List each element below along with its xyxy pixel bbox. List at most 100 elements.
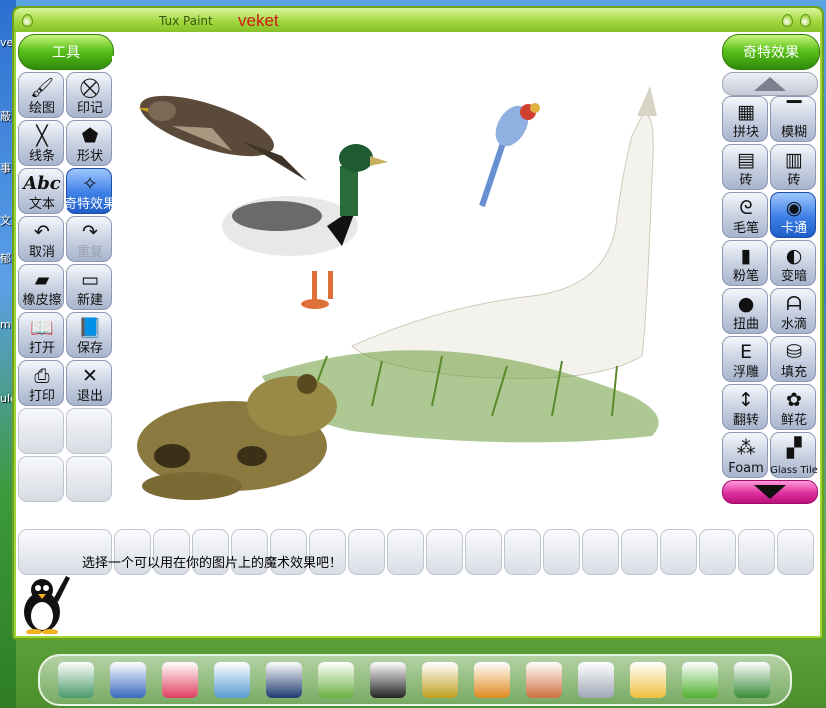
foam-icon: ⁂ — [736, 437, 756, 459]
paint-editor-icon[interactable] — [214, 662, 250, 698]
tool-button-12[interactable]: ⎙ 打印 — [18, 360, 64, 406]
pink-pig-icon[interactable] — [162, 662, 198, 698]
magic-header: 奇特效果 — [722, 34, 820, 70]
option-slot — [426, 529, 463, 575]
tool-button-8[interactable]: ▰ 橡皮擦 — [18, 264, 64, 310]
option-slot — [387, 529, 424, 575]
tool-label: 形状 — [76, 149, 103, 164]
tool-label: 奇特效果 — [63, 197, 116, 212]
magic-effect-button-6[interactable]: ▮ 粉笔 — [722, 240, 768, 286]
magic-effect-button-7[interactable]: ◐ 变暗 — [770, 240, 816, 286]
tool-button-4[interactable]: Abc 文本 — [18, 168, 64, 214]
effect-label: 水滴 — [780, 317, 807, 332]
door-exit-icon[interactable] — [422, 662, 458, 698]
glass-tile-icon: ▞ — [786, 437, 802, 459]
magic-effect-button-5[interactable]: ◉ 卡通 — [770, 192, 816, 238]
instruction-text: 选择一个可以用在你的图片上的魔术效果吧！ — [82, 556, 343, 571]
penguin-icon[interactable] — [370, 662, 406, 698]
tool-button-5[interactable]: ✧ 奇特效果 — [64, 168, 116, 214]
speaker-icon[interactable] — [266, 662, 302, 698]
empty-tool-slot — [18, 408, 64, 454]
tool-button-6[interactable]: ↶ 取消 — [18, 216, 64, 262]
desktop-icon-label[interactable]: 事 — [0, 160, 11, 176]
option-slot — [738, 529, 775, 575]
option-slot — [465, 529, 502, 575]
tool-button-11[interactable]: 📘 保存 — [66, 312, 112, 358]
option-slot — [699, 529, 736, 575]
title-bar[interactable]: Tux Paint veket — [14, 8, 822, 32]
option-slot — [348, 529, 385, 575]
tool-button-1[interactable]: ⛒ 印记 — [66, 72, 112, 118]
tool-button-10[interactable]: 📖 打开 — [18, 312, 64, 358]
option-slot — [660, 529, 697, 575]
effect-label: 鲜花 — [780, 413, 807, 428]
magic-effect-button-1[interactable]: ▔ 模糊 — [770, 96, 816, 142]
tool-button-3[interactable]: ⬟ 形状 — [66, 120, 112, 166]
frog-image — [137, 374, 337, 500]
drawing-canvas[interactable] — [112, 56, 720, 528]
effect-label: 模糊 — [780, 125, 807, 140]
usb-drive-icon[interactable] — [578, 662, 614, 698]
minimize-icon[interactable] — [782, 14, 793, 27]
option-slot — [777, 529, 814, 575]
people-chat-icon[interactable] — [318, 662, 354, 698]
desktop-icon-label[interactable]: 蔽 — [0, 108, 11, 124]
parrot-image — [479, 103, 540, 207]
app-title: Tux Paint — [159, 14, 213, 28]
mallard-duck-image — [222, 144, 388, 309]
magic-effect-button-15[interactable]: ▞ Glass Tile — [770, 432, 818, 478]
green-logo-icon[interactable] — [682, 662, 718, 698]
tools-header: 工具 — [18, 34, 114, 70]
document-title: veket — [238, 11, 279, 30]
magic-effect-button-13[interactable]: ✿ 鲜花 — [770, 384, 816, 430]
tool-label: 印记 — [76, 101, 103, 116]
palette-icon[interactable] — [526, 662, 562, 698]
cuckoo-bird-image — [138, 95, 307, 181]
effect-label: 填充 — [780, 365, 807, 380]
magic-effect-button-3[interactable]: ▥ 砖 — [770, 144, 816, 190]
empty-tool-slot — [66, 408, 112, 454]
desktop-icon-label[interactable]: 文 — [0, 212, 11, 228]
magic-effect-button-4[interactable]: ᘓ 毛笔 — [722, 192, 768, 238]
graphics-tablet-icon[interactable] — [58, 662, 94, 698]
close-icon[interactable] — [800, 14, 811, 27]
scroll-down-button[interactable] — [722, 480, 818, 504]
magic-effect-button-10[interactable]: E 浮雕 — [722, 336, 768, 382]
presentation-icon[interactable] — [474, 662, 510, 698]
tool-label: 重复 — [76, 245, 103, 260]
magic-effect-button-2[interactable]: ▤ 砖 — [722, 144, 768, 190]
tool-label: 保存 — [76, 341, 103, 356]
effect-label: 卡通 — [780, 221, 807, 236]
down-arrow-icon — [754, 485, 786, 499]
magic-effect-button-0[interactable]: ▦ 拼块 — [722, 96, 768, 142]
magic-effect-button-9[interactable]: ᗩ 水滴 — [770, 288, 816, 334]
option-slot — [582, 529, 619, 575]
magic-effect-button-14[interactable]: ⁂ Foam — [722, 432, 768, 478]
up-arrow-icon — [754, 77, 786, 91]
scroll-up-button[interactable] — [722, 72, 818, 96]
canvas-picture — [137, 86, 659, 500]
camera-icon[interactable] — [734, 662, 770, 698]
calendar-icon[interactable] — [630, 662, 666, 698]
effect-label: Glass Tile — [770, 465, 818, 476]
effect-label: 砖 — [787, 173, 801, 188]
option-slot — [621, 529, 658, 575]
tool-button-2[interactable]: ╳ 线条 — [18, 120, 64, 166]
magic-effect-button-11[interactable]: ⛁ 填充 — [770, 336, 816, 382]
taskbar-dock — [38, 654, 792, 706]
tool-button-0[interactable]: 🖌 绘图 — [18, 72, 64, 118]
effect-label: 变暗 — [780, 269, 807, 284]
app-client-area: 工具 🖌 绘图 ⛒ 印记 ╳ 线条 ⬟ 形状 Abc 文本 ✧ 奇特效果 ↶ 取消 ↷ 重复 ▰ 橡皮擦 ▭ 新建 📖 打… — [16, 32, 820, 636]
magic-effect-button-8[interactable]: ● 扭曲 — [722, 288, 768, 334]
desktop-icon-label[interactable]: 郁 — [0, 250, 11, 266]
tux-paint-window: Tux Paint veket 工具 🖌 绘图 ⛒ 印记 ╳ 线条 ⬟ 形状 Abc 文本 ✧ 奇特效… — [12, 6, 824, 640]
option-slot — [504, 529, 541, 575]
window-menu-icon[interactable] — [22, 14, 33, 27]
magic-effect-button-12[interactable]: ↕ 翻转 — [722, 384, 768, 430]
monitor-icon[interactable] — [110, 662, 146, 698]
tool-button-9[interactable]: ▭ 新建 — [66, 264, 112, 310]
tool-label: 新建 — [76, 293, 103, 308]
tool-button-13[interactable]: ✕ 退出 — [66, 360, 112, 406]
tool-button-7[interactable]: ↷ 重复 — [66, 216, 112, 262]
empty-tool-slot — [66, 456, 112, 502]
